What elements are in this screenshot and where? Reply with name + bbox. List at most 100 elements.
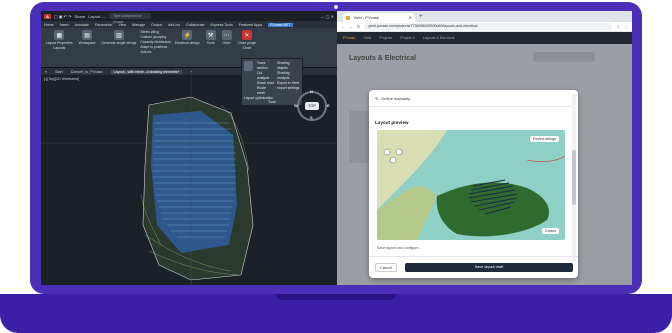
tool-item[interactable]: Shading analysis [277, 71, 300, 81]
menu-item[interactable]: Parametric [95, 23, 112, 27]
electrical-design-icon[interactable]: ⚡ [182, 30, 193, 40]
layout-preview-map[interactable]: Preview settings Expand [377, 130, 565, 240]
workspace-icon[interactable]: ▤ [82, 30, 93, 40]
electrical-design-label[interactable]: Electrical design [175, 41, 200, 45]
tools-label[interactable]: Tools [207, 41, 215, 45]
url-field[interactable]: yield.pvcase.com/projects/77369962/6f390… [364, 23, 613, 30]
viewcube-top[interactable]: TOP [305, 102, 319, 110]
compass-east[interactable]: E [327, 103, 330, 108]
layout-optimization-icon[interactable] [244, 61, 253, 71]
menu-item[interactable]: View [118, 23, 126, 27]
new-tab-icon[interactable]: + [190, 70, 192, 74]
layout-preview-title: Layout preview [375, 120, 409, 125]
workspace-label[interactable]: Workspace [79, 41, 96, 45]
menu-item[interactable]: Featured Apps [239, 23, 262, 27]
menu-item[interactable]: Insert [60, 23, 69, 27]
layout-properties-icon[interactable]: ▦ [54, 30, 65, 40]
star-icon[interactable]: ☆ [616, 24, 620, 29]
forward-icon[interactable]: → [349, 24, 353, 29]
compass-west[interactable]: W [294, 103, 298, 108]
cancel-button[interactable]: Cancel [375, 263, 397, 272]
browser-tab[interactable]: Yield - PVcase ✕ [343, 13, 415, 22]
close-plugin-icon[interactable]: ✕ [241, 30, 252, 40]
page-action-button[interactable] [533, 52, 595, 62]
menu-item[interactable]: Output [151, 23, 162, 27]
map-marker-icon[interactable] [383, 148, 391, 156]
ribbon-group-workspace: ▤ Workspace [77, 30, 98, 65]
app-navbar: PVcase Yield Projects Project X Layouts … [337, 32, 632, 44]
layout-modal: ✎ Define manually Layout preview Preview… [369, 90, 578, 278]
laptop-notch [276, 294, 396, 300]
doc-tab[interactable]: Convert_to_PVcase [71, 70, 103, 74]
save-layout-draft-button[interactable]: Save layout draft [405, 263, 573, 272]
other-label[interactable]: Other [222, 41, 230, 45]
other-icon[interactable]: ⋯ [221, 30, 232, 40]
close-tab-icon[interactable]: ✕ [409, 15, 412, 20]
favicon-icon [346, 15, 350, 20]
doc-tab-active[interactable]: Layout - with electr...d shading element… [110, 69, 183, 74]
share-button[interactable]: Share [75, 14, 86, 19]
menu-item[interactable]: Add-ins [168, 23, 180, 27]
doc-tab[interactable]: Start [55, 70, 63, 74]
site-terrain [436, 182, 549, 237]
preview-settings-button[interactable]: Preview settings [529, 136, 559, 142]
tool-item[interactable]: Import settings [277, 86, 300, 91]
modal-scrollbar-thumb[interactable] [572, 150, 576, 205]
menu-item[interactable]: Collaborate [186, 23, 204, 27]
page-title: Layouts & Electrical [349, 55, 416, 62]
layout-properties-label[interactable]: Layout Properties [46, 41, 73, 45]
menu-icon[interactable]: ⋮ [624, 24, 628, 29]
ribbon-group-electrical: ⚡ Electrical design [173, 30, 202, 65]
divider [369, 106, 572, 107]
address-bar: ← → ↻ yield.pvcase.com/projects/77369962… [337, 22, 632, 32]
define-manually-row[interactable]: ✎ Define manually [375, 96, 410, 101]
tool-item[interactable]: Route mesh [257, 86, 275, 96]
menu-item-active[interactable]: PVcase BET [268, 22, 293, 27]
string-group-label: Actions [140, 50, 152, 54]
nav-item[interactable]: Layouts & Electrical [423, 36, 455, 40]
define-manually-label: Define manually [381, 96, 411, 101]
map-marker-icon[interactable] [389, 156, 397, 164]
app-badge-icon[interactable]: A [44, 13, 51, 19]
map-marker-icon[interactable] [395, 148, 403, 156]
nav-item[interactable]: PVcase [343, 36, 355, 40]
laptop-frame: A ▢ ▣ ↶ ↷ Share Layout -... Type a keywo… [0, 0, 672, 333]
tools-icon[interactable]: ⚒ [205, 30, 216, 40]
quick-access-icons[interactable]: ▢ ▣ ↶ ↷ [54, 14, 72, 19]
compass-south[interactable]: S [310, 115, 313, 120]
nav-item[interactable]: Projects [379, 36, 392, 40]
viewport-label[interactable]: [-][Top][2D Wireframe] [44, 77, 79, 81]
close-plugin-label[interactable]: Close plugin [238, 41, 257, 45]
tool-item[interactable]: Cut analysis [257, 71, 275, 81]
cad-titlebar: A ▢ ▣ ↶ ↷ Share Layout -... Type a keywo… [41, 11, 337, 24]
tool-item[interactable]: Shading objects [277, 61, 300, 71]
reload-icon[interactable]: ↻ [357, 24, 360, 29]
tool-item[interactable]: Trace section [257, 61, 275, 71]
menu-item[interactable]: Annotate [75, 23, 89, 27]
new-tab-button[interactable]: + [419, 13, 423, 22]
expand-button[interactable]: Expand [542, 228, 559, 234]
ribbon-group-layouts: ▦ Layout Properties Layouts [44, 30, 75, 65]
hamburger-icon[interactable]: ≡ [45, 70, 47, 74]
search-input[interactable]: Type a keyword or phrase [108, 13, 151, 24]
nav-item[interactable]: Project X [400, 36, 415, 40]
menu-item[interactable]: Manage [132, 23, 145, 27]
menu-item[interactable]: Home [44, 23, 54, 27]
menu-item[interactable]: Express Tools [210, 23, 232, 27]
drawing-viewport[interactable]: [-][Top][2D Wireframe] [41, 75, 337, 285]
browser-tab-title: Yield - PVcase [353, 15, 380, 20]
browser-tabstrip: Yield - PVcase ✕ + [337, 11, 632, 22]
ribbon-group-strings: ▥ Generate single strings [99, 30, 138, 65]
partial-text: Save layout and configure... [377, 246, 422, 250]
tools-dropdown: Trace section Cut analysis Share road Ro… [241, 58, 303, 106]
window-controls-icon[interactable]: — ▢ ✕ [321, 14, 334, 19]
cad-window: A ▢ ▣ ↶ ↷ Share Layout -... Type a keywo… [41, 11, 337, 285]
back-icon[interactable]: ← [341, 24, 345, 29]
generate-strings-icon[interactable]: ▥ [113, 30, 124, 40]
generate-strings-label[interactable]: Generate single strings [101, 41, 136, 45]
string-options-list: Series piling Custom grouping Capacity d… [140, 30, 171, 65]
nav-item[interactable]: Yield [363, 36, 371, 40]
site-drawing [41, 75, 337, 285]
webcam [334, 5, 338, 9]
compass-north[interactable]: N [310, 89, 313, 94]
